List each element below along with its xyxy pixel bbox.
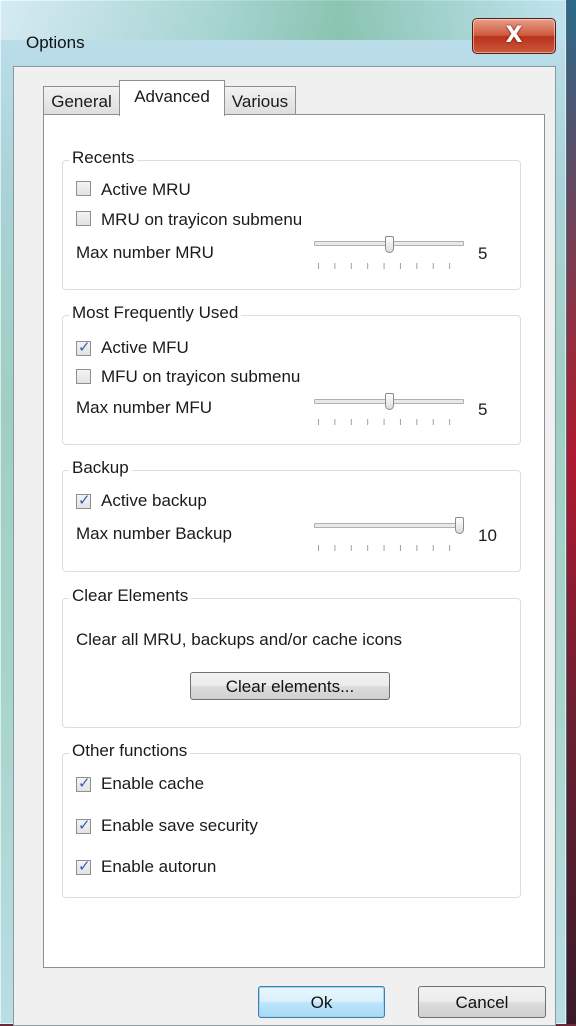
max-mfu-slider-thumb[interactable]: [384, 393, 394, 410]
max-mru-slider-thumb[interactable]: [384, 236, 394, 253]
enable-cache-label: Enable cache: [101, 774, 205, 793]
tab-advanced[interactable]: Advanced: [119, 80, 225, 116]
max-mru-value: 5: [478, 244, 488, 263]
clear-elements-group: [62, 598, 521, 728]
tab-general[interactable]: General: [43, 86, 120, 116]
mfu-legend: Most Frequently Used: [69, 303, 242, 323]
window-title: Options: [26, 33, 85, 52]
enable-autorun-label: Enable autorun: [101, 857, 217, 876]
max-mru-label: Max number MRU: [76, 243, 214, 262]
max-mfu-value: 5: [478, 400, 488, 419]
clear-elements-legend: Clear Elements: [69, 586, 192, 606]
max-mru-slider-ticks: [318, 263, 464, 269]
active-backup-checkbox[interactable]: [76, 491, 91, 509]
mru-trayicon-checkbox[interactable]: [76, 211, 91, 226]
enable-autorun-checkbox[interactable]: [76, 857, 91, 875]
cancel-button[interactable]: Cancel: [418, 986, 546, 1018]
close-icon: X: [505, 23, 523, 48]
max-backup-slider-thumb[interactable]: [455, 517, 464, 534]
options-window: Options X General Advanced Various Recen…: [0, 0, 567, 1026]
enable-cache-checkbox[interactable]: [76, 774, 91, 792]
clear-elements-description: Clear all MRU, backups and/or cache icon…: [76, 630, 402, 649]
max-backup-slider-track[interactable]: [314, 523, 464, 528]
max-backup-value: 10: [478, 526, 497, 545]
ok-button[interactable]: Ok: [258, 986, 385, 1018]
active-mru-label: Active MRU: [101, 180, 191, 199]
backup-legend: Backup: [69, 458, 132, 478]
max-mfu-slider-ticks: [318, 419, 464, 425]
mfu-trayicon-label: MFU on trayicon submenu: [101, 367, 301, 386]
enable-save-security-checkbox[interactable]: [76, 816, 91, 834]
mru-trayicon-label: MRU on trayicon submenu: [101, 210, 303, 229]
active-backup-label: Active backup: [101, 491, 207, 510]
enable-save-security-label: Enable save security: [101, 816, 258, 835]
close-button[interactable]: X: [472, 18, 556, 54]
active-mfu-checkbox[interactable]: [76, 338, 91, 356]
max-backup-label: Max number Backup: [76, 524, 232, 543]
other-functions-legend: Other functions: [69, 741, 191, 761]
active-mru-checkbox[interactable]: [76, 181, 91, 196]
clear-elements-button[interactable]: Clear elements...: [190, 672, 390, 700]
active-mfu-label: Active MFU: [101, 338, 189, 357]
tab-various[interactable]: Various: [224, 86, 296, 116]
max-backup-slider-ticks: [318, 545, 464, 551]
backup-group: [62, 470, 521, 572]
mfu-trayicon-checkbox[interactable]: [76, 369, 91, 384]
recents-legend: Recents: [69, 148, 138, 168]
max-mfu-label: Max number MFU: [76, 398, 213, 417]
